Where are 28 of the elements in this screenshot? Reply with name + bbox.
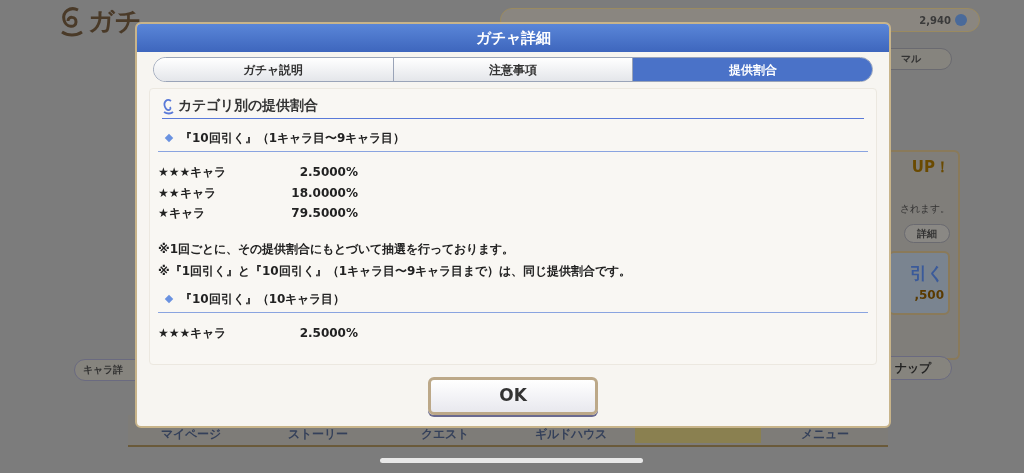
currency-count: 2,940 (919, 13, 951, 28)
rarity-label: ★キャラ (158, 205, 206, 223)
section-heading: 『10回引く』（10キャラ目） (180, 290, 346, 308)
rarity-label: ★★★キャラ (158, 164, 228, 182)
note-text: ※『1回引く』と『10回引く』（1キャラ目〜9キャラ目まで）は、同じ提供割合です。 (158, 262, 633, 280)
rate-value: 2.5000% (298, 324, 358, 342)
draw-button[interactable]: 引く ,500 (888, 250, 950, 315)
screen-title: ガチ (88, 5, 142, 38)
swirl-icon (162, 96, 174, 115)
rate-value: 18.0000% (290, 184, 358, 202)
detail-button[interactable]: 詳細 (904, 223, 950, 243)
tab[interactable]: ガチャ説明 (154, 58, 393, 81)
rarity-label: ★★★キャラ (158, 324, 228, 342)
note-text: ※1回ごとに、その提供割合にもとづいて抽選を行っております。 (158, 240, 515, 258)
banner-label: UP！ (911, 157, 950, 178)
ok-button[interactable]: OK (428, 376, 598, 415)
tab[interactable]: 注意事項 (392, 58, 633, 81)
draw-label: 引く (910, 261, 944, 285)
gem-icon (955, 14, 967, 26)
section-title: カテゴリ別の提供割合 (178, 96, 318, 115)
rate-value: 2.5000% (298, 164, 358, 182)
rarity-label: ★★キャラ (158, 184, 217, 202)
rate-value: 79.5000% (290, 205, 358, 223)
tab[interactable]: 提供割合 (632, 58, 872, 81)
banner-note: されます。 (900, 201, 950, 216)
draw-cost: ,500 (914, 287, 944, 305)
dialog-title: ガチャ詳細 (475, 27, 551, 49)
section-heading: 『10回引く』（1キャラ目〜9キャラ目） (180, 130, 406, 147)
